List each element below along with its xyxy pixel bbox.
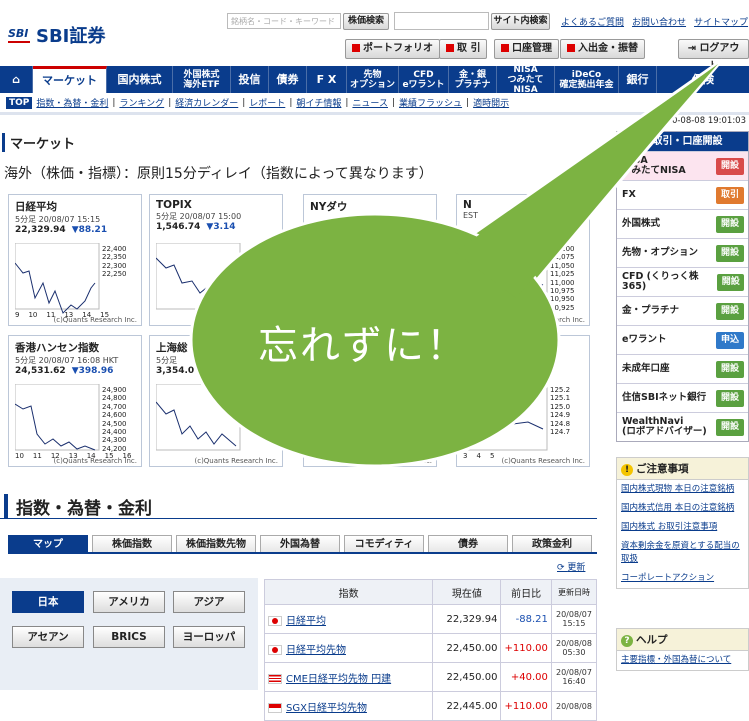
index-link[interactable]: SGX日経平均先物 (286, 703, 367, 714)
index-row: SGX日経平均先物 22,445.00 +110.00 20/08/08 (263, 691, 598, 721)
index-value: 22,445.00 (432, 691, 502, 721)
speech-bubble-joint (455, 64, 718, 298)
index-updated: 20/08/08 (550, 691, 598, 721)
flag-icon (268, 702, 282, 713)
index-change: +110.00 (500, 691, 552, 721)
index-name-cell: SGX日経平均先物 (263, 691, 434, 721)
bubble-text: 忘れずに！ (258, 323, 468, 369)
index-date: 20/08/08 (555, 701, 592, 711)
